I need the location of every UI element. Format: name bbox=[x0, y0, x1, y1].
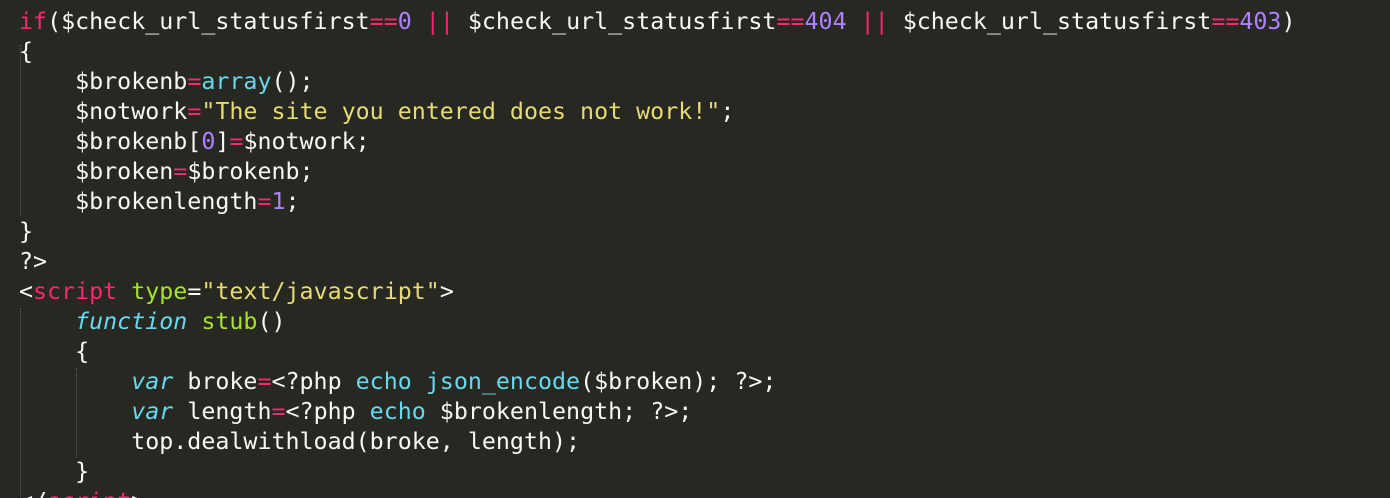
code-line[interactable]: var length=<?php echo $brokenlength; ?>; bbox=[19, 397, 692, 427]
code-token: echo bbox=[355, 368, 412, 395]
code-token: = bbox=[271, 398, 286, 425]
code-token: (); bbox=[271, 68, 314, 95]
code-token: = bbox=[173, 158, 188, 185]
code-token: = bbox=[187, 68, 202, 95]
code-token: $brokenlength; ?>; bbox=[425, 398, 693, 425]
code-token: json_encode bbox=[425, 368, 581, 395]
code-line[interactable]: <script type="text/javascript"> bbox=[19, 277, 454, 307]
code-line[interactable]: $notwork="The site you entered does not … bbox=[19, 97, 734, 127]
code-token: $brokenlength bbox=[19, 188, 258, 215]
code-token: ] bbox=[215, 128, 230, 155]
code-token: $notwork; bbox=[243, 128, 370, 155]
code-token: ; bbox=[720, 98, 735, 125]
code-token: 0 bbox=[397, 8, 412, 35]
code-token: <?php bbox=[285, 398, 370, 425]
code-token: var bbox=[131, 398, 174, 425]
code-line[interactable]: $brokenb=array(); bbox=[19, 67, 314, 97]
code-line[interactable]: } bbox=[19, 217, 33, 247]
code-token: = bbox=[187, 278, 202, 305]
code-token: $check_url_statusfirst bbox=[888, 8, 1212, 35]
code-token: echo bbox=[369, 398, 426, 425]
code-line[interactable]: var broke=<?php echo json_encode($broken… bbox=[19, 367, 776, 397]
code-line[interactable]: </script> bbox=[19, 487, 145, 498]
code-token: > bbox=[439, 278, 454, 305]
code-token: ?> bbox=[19, 248, 48, 275]
code-token: array bbox=[201, 68, 272, 95]
code-token: ) bbox=[1281, 8, 1296, 35]
code-token: () bbox=[257, 308, 286, 335]
code-line[interactable]: $brokenb[0]=$notwork; bbox=[19, 127, 370, 157]
code-token: || bbox=[425, 8, 454, 35]
code-token: $brokenb[ bbox=[19, 128, 202, 155]
code-token: var bbox=[131, 368, 174, 395]
code-token: $broken bbox=[19, 158, 174, 185]
code-token: == bbox=[776, 8, 805, 35]
code-token: == bbox=[369, 8, 398, 35]
code-token: $brokenb; bbox=[187, 158, 314, 185]
code-token: function bbox=[75, 308, 188, 335]
code-token: < bbox=[19, 278, 34, 305]
code-line[interactable]: $broken=$brokenb; bbox=[19, 157, 314, 187]
code-line[interactable]: $brokenlength=1; bbox=[19, 187, 300, 217]
code-line[interactable]: { bbox=[19, 37, 33, 67]
code-token: } bbox=[19, 458, 90, 485]
code-editor[interactable]: if($check_url_statusfirst==0 || $check_u… bbox=[0, 0, 1390, 498]
code-token: "The site you entered does not work!" bbox=[201, 98, 721, 125]
code-token: ($broken); ?>; bbox=[580, 368, 777, 395]
code-token: || bbox=[860, 8, 889, 35]
code-line[interactable]: if($check_url_statusfirst==0 || $check_u… bbox=[19, 7, 1295, 37]
code-token: top.dealwithload(broke, length); bbox=[19, 428, 581, 455]
code-token: $notwork bbox=[19, 98, 188, 125]
code-token: type bbox=[131, 278, 188, 305]
code-token: 404 bbox=[804, 8, 847, 35]
code-token: stub bbox=[201, 308, 258, 335]
code-token: = bbox=[257, 368, 272, 395]
code-token: == bbox=[1211, 8, 1240, 35]
code-token: 0 bbox=[201, 128, 216, 155]
code-line[interactable]: top.dealwithload(broke, length); bbox=[19, 427, 580, 457]
code-token: </ bbox=[19, 488, 47, 498]
code-token: length bbox=[173, 398, 272, 425]
code-token: $brokenb bbox=[19, 68, 188, 95]
code-token: { bbox=[19, 338, 90, 365]
code-token: 403 bbox=[1239, 8, 1282, 35]
code-line[interactable]: function stub() bbox=[19, 307, 286, 337]
code-token: > bbox=[131, 488, 145, 498]
code-token: "text/javascript" bbox=[201, 278, 440, 305]
code-token: = bbox=[187, 98, 202, 125]
code-line[interactable]: ?> bbox=[19, 247, 47, 277]
code-token: $check_url_statusfirst bbox=[453, 8, 777, 35]
code-line[interactable]: { bbox=[19, 337, 89, 367]
code-token: { bbox=[19, 38, 34, 65]
code-token: 1 bbox=[271, 188, 286, 215]
code-token: = bbox=[257, 188, 272, 215]
code-token: ($check_url_statusfirst bbox=[47, 8, 370, 35]
code-token: script bbox=[33, 278, 118, 305]
code-line[interactable]: } bbox=[19, 457, 89, 487]
code-token: if bbox=[19, 8, 48, 35]
code-token: script bbox=[47, 488, 131, 498]
code-token: <?php bbox=[271, 368, 356, 395]
code-token: ; bbox=[285, 188, 300, 215]
code-token: } bbox=[19, 218, 34, 245]
code-token: = bbox=[229, 128, 244, 155]
code-token: broke bbox=[173, 368, 258, 395]
